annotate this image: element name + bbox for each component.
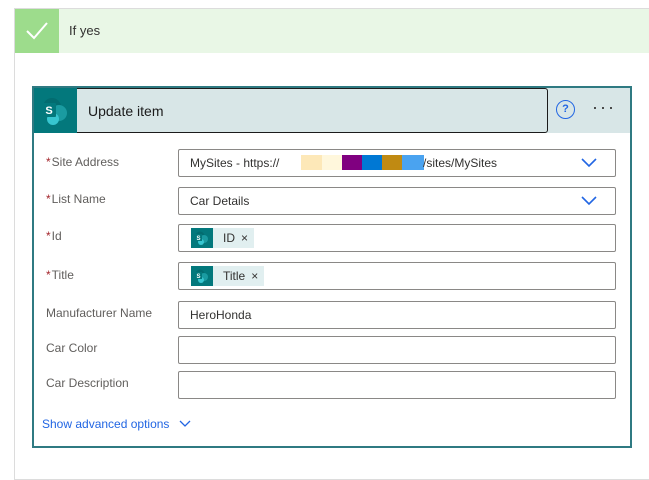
car-color-input[interactable] [178, 336, 616, 364]
more-icon[interactable]: ··· [592, 98, 616, 116]
redaction-block [402, 155, 424, 170]
card-header[interactable]: S Update item ? ··· [34, 88, 630, 133]
car-color-label: Car Color [46, 341, 98, 355]
title-token[interactable]: S Title × [191, 266, 265, 286]
card-title: Update item [88, 103, 164, 119]
remove-token-icon[interactable]: × [251, 269, 258, 283]
list-name-value: Car Details [190, 194, 250, 208]
if-yes-header[interactable]: If yes [15, 9, 649, 53]
site-address-dropdown[interactable]: MySites - https:// /sites/MySites [178, 149, 616, 177]
chevron-down-icon[interactable] [179, 419, 191, 428]
redaction-block [342, 155, 362, 170]
svg-text:S: S [196, 236, 200, 242]
svg-text:S: S [45, 105, 52, 117]
title-token-label: Title [223, 269, 246, 283]
redaction-block [362, 155, 382, 170]
condition-branch: If yes S Update item ? ··· *Site Address [14, 8, 649, 480]
car-description-label: Car Description [46, 376, 129, 390]
redaction-block [322, 155, 342, 170]
sharepoint-icon: S [34, 88, 77, 133]
id-label: *Id [46, 229, 62, 243]
svg-text:S: S [196, 274, 200, 280]
site-address-value-prefix: MySites - https:// [190, 156, 280, 170]
if-yes-label: If yes [69, 23, 101, 38]
chevron-down-icon[interactable] [581, 155, 597, 169]
id-token[interactable]: S ID × [191, 228, 255, 248]
help-icon[interactable]: ? [556, 100, 575, 119]
title-label: *Title [46, 268, 74, 282]
check-icon [15, 9, 59, 53]
id-field[interactable]: S ID × [178, 224, 616, 252]
redaction-block [301, 155, 322, 170]
manufacturer-name-input[interactable]: HeroHonda [178, 301, 616, 329]
site-address-label: *Site Address [46, 155, 120, 169]
manufacturer-name-label: Manufacturer Name [46, 306, 153, 320]
redaction-block [382, 155, 402, 170]
update-item-card: S Update item ? ··· *Site Address MySite… [32, 86, 632, 448]
id-token-label: ID [223, 231, 235, 245]
sharepoint-icon: S [191, 228, 213, 248]
show-advanced-options-link[interactable]: Show advanced options [42, 417, 169, 431]
remove-token-icon[interactable]: × [241, 231, 248, 245]
car-description-input[interactable] [178, 371, 616, 399]
chevron-down-icon[interactable] [581, 193, 597, 207]
sharepoint-icon: S [191, 266, 213, 286]
title-field[interactable]: S Title × [178, 262, 616, 290]
manufacturer-name-value: HeroHonda [190, 308, 252, 322]
list-name-dropdown[interactable]: Car Details [178, 187, 616, 215]
site-address-value-suffix: /sites/MySites [423, 156, 498, 170]
list-name-label: *List Name [46, 192, 106, 206]
